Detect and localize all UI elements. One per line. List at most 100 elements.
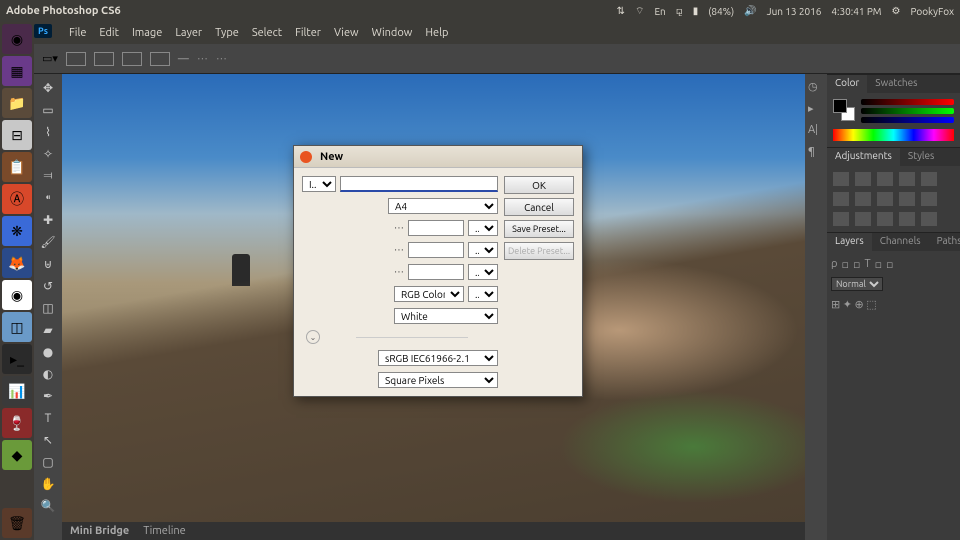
launcher-app1[interactable]: ▦	[2, 56, 32, 86]
launcher-app4[interactable]: ❋	[2, 216, 32, 246]
crop-tool[interactable]: ⫤	[37, 166, 59, 186]
launcher-terminal[interactable]: ▸_	[2, 344, 32, 374]
spectrum-ramp[interactable]	[833, 129, 954, 141]
type-tool[interactable]: T	[37, 408, 59, 428]
tab-channels[interactable]: Channels	[872, 233, 929, 251]
launcher-firefox[interactable]: 🦊	[2, 248, 32, 278]
adj-thresh[interactable]	[877, 212, 893, 226]
adj-vibrance[interactable]	[921, 172, 937, 186]
zoom-tool[interactable]: 🔍	[37, 496, 59, 516]
tab-timeline[interactable]: Timeline	[143, 525, 186, 537]
tab-swatches[interactable]: Swatches	[867, 75, 925, 93]
resolution-input[interactable]	[408, 264, 464, 280]
adj-bw[interactable]	[877, 192, 893, 206]
adj-invert[interactable]	[833, 212, 849, 226]
advanced-toggle[interactable]: ⌄	[306, 330, 320, 344]
wand-tool[interactable]: ✧	[37, 144, 59, 164]
launcher-drive[interactable]: ⊟	[2, 120, 32, 150]
adj-curves[interactable]	[877, 172, 893, 186]
selection-mode-add[interactable]	[94, 52, 114, 66]
launcher-app5[interactable]: ◫	[2, 312, 32, 342]
blend-mode-select[interactable]: Normal	[831, 277, 883, 291]
network-icon[interactable]: ⇅	[617, 5, 625, 17]
stamp-tool[interactable]: ⊎	[37, 254, 59, 274]
menu-filter[interactable]: Filter	[295, 27, 321, 39]
adj-brightness[interactable]	[833, 172, 849, 186]
adj-levels[interactable]	[855, 172, 871, 186]
tab-layers[interactable]: Layers	[827, 233, 872, 251]
colormode-select[interactable]: RGB Color	[394, 286, 464, 302]
date[interactable]: Jun 13 2016	[767, 6, 822, 17]
width-unit[interactable]: ...	[468, 220, 498, 236]
actions-panel-icon[interactable]: ▸	[808, 102, 824, 118]
adj-photo[interactable]	[899, 192, 915, 206]
launcher-app7[interactable]: ◆	[2, 440, 32, 470]
adj-gradmap[interactable]	[899, 212, 915, 226]
menu-help[interactable]: Help	[425, 27, 448, 39]
lasso-tool[interactable]: ⌇	[37, 122, 59, 142]
tab-color[interactable]: Color	[827, 75, 867, 93]
adj-selcolor[interactable]	[921, 212, 937, 226]
tab-paths[interactable]: Paths	[929, 233, 960, 251]
adj-hue[interactable]	[833, 192, 849, 206]
pixelaspect-select[interactable]: Square Pixels	[378, 372, 498, 388]
eyedropper-tool[interactable]: ⁌	[37, 188, 59, 208]
adj-colorbal[interactable]	[855, 192, 871, 206]
hand-tool[interactable]: ✋	[37, 474, 59, 494]
gradient-tool[interactable]: ▰	[37, 320, 59, 340]
launcher-files[interactable]: 📁	[2, 88, 32, 118]
launcher-app2[interactable]: 📋	[2, 152, 32, 182]
selection-mode-sub[interactable]	[122, 52, 142, 66]
para-panel-icon[interactable]: ¶	[808, 146, 824, 162]
adj-chmix[interactable]	[921, 192, 937, 206]
name-input[interactable]	[340, 176, 498, 192]
wifi-icon[interactable]: ⌔	[635, 5, 644, 18]
menu-type[interactable]: Type	[215, 27, 239, 39]
width-input[interactable]	[408, 220, 464, 236]
settings-icon[interactable]: ⚙	[892, 5, 901, 17]
tab-styles[interactable]: Styles	[900, 148, 942, 166]
bluetooth-icon[interactable]: ⚼	[676, 5, 683, 17]
history-panel-icon[interactable]: ◷	[808, 80, 824, 96]
move-tool[interactable]: ✥	[37, 78, 59, 98]
name-dropdown[interactable]: I...	[302, 176, 336, 192]
menu-select[interactable]: Select	[252, 27, 282, 39]
tool-preset-icon[interactable]: ▭▾	[42, 52, 58, 65]
launcher-dash[interactable]: ◉	[2, 24, 32, 54]
ok-button[interactable]: OK	[504, 176, 574, 194]
keyboard-indicator[interactable]: En	[654, 6, 665, 17]
close-icon[interactable]	[300, 151, 312, 163]
selection-mode-intersect[interactable]	[150, 52, 170, 66]
menu-view[interactable]: View	[334, 27, 359, 39]
dodge-tool[interactable]: ◐	[37, 364, 59, 384]
launcher-monitor[interactable]: 📊	[2, 376, 32, 406]
history-brush-tool[interactable]: ↺	[37, 276, 59, 296]
battery-icon[interactable]: ▮	[693, 5, 699, 17]
pen-tool[interactable]: ✒	[37, 386, 59, 406]
save-preset-button[interactable]: Save Preset...	[504, 220, 574, 238]
b-slider[interactable]	[861, 117, 954, 123]
launcher-app3[interactable]: Ⓐ	[2, 184, 32, 214]
preset-select[interactable]: A4	[388, 198, 498, 214]
opt-dash2[interactable]: ⋯	[216, 52, 227, 65]
colorprofile-select[interactable]: sRGB IEC61966-2.1	[378, 350, 498, 366]
height-input[interactable]	[408, 242, 464, 258]
eraser-tool[interactable]: ◫	[37, 298, 59, 318]
adj-poster[interactable]	[855, 212, 871, 226]
launcher-app6[interactable]: 🍷	[2, 408, 32, 438]
path-tool[interactable]: ↖	[37, 430, 59, 450]
menu-edit[interactable]: Edit	[99, 27, 119, 39]
tab-adjustments[interactable]: Adjustments	[827, 148, 900, 166]
menu-image[interactable]: Image	[132, 27, 162, 39]
bitdepth-select[interactable]: ...	[468, 286, 498, 302]
marquee-tool[interactable]: ▭	[37, 100, 59, 120]
volume-icon[interactable]: 🔊	[744, 5, 756, 17]
r-slider[interactable]	[861, 99, 954, 105]
username[interactable]: PookyFox	[910, 6, 954, 17]
brush-tool[interactable]: 🖌	[37, 232, 59, 252]
launcher-trash[interactable]: 🗑	[2, 508, 32, 538]
shape-tool[interactable]: ▢	[37, 452, 59, 472]
fg-bg-swatch[interactable]	[833, 99, 855, 121]
blur-tool[interactable]: ●	[37, 342, 59, 362]
g-slider[interactable]	[861, 108, 954, 114]
